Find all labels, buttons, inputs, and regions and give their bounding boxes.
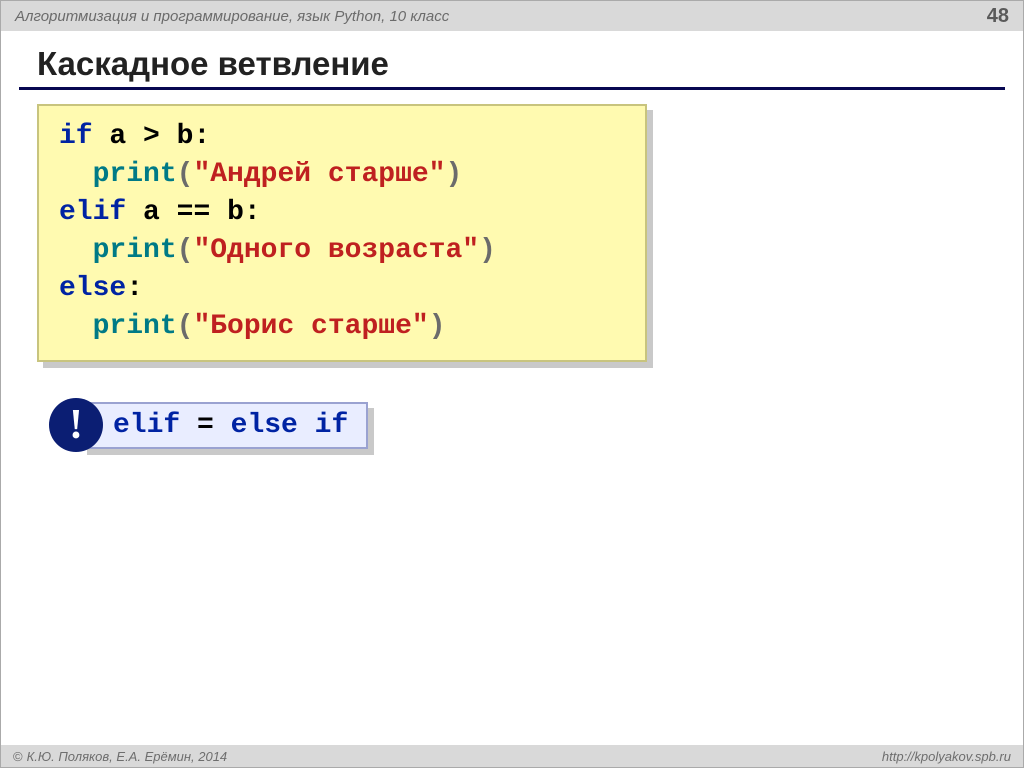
code-line-3: elif a == b:: [59, 194, 629, 232]
footer-authors: К.Ю. Поляков, Е.А. Ерёмин, 2014: [13, 749, 227, 764]
code-block: if a > b: print("Андрей старше") elif a …: [37, 104, 647, 362]
lparen1: (: [177, 159, 194, 190]
str1: "Андрей старше": [193, 159, 445, 190]
note-lhs: elif: [113, 410, 180, 441]
code-line-4: print("Одного возраста"): [59, 232, 629, 270]
rparen2: ): [479, 235, 496, 266]
str2: "Одного возраста": [193, 235, 479, 266]
colon3: :: [126, 273, 143, 304]
str3: "Борис старше": [193, 311, 428, 342]
lparen2: (: [177, 235, 194, 266]
cond1-a: a: [109, 121, 126, 152]
code-line-1: if a > b:: [59, 118, 629, 156]
header-subject: Алгоритмизация и программирование, язык …: [15, 8, 449, 25]
header-bar: Алгоритмизация и программирование, язык …: [1, 1, 1023, 31]
slide-title: Каскадное ветвление: [37, 45, 1023, 83]
page-number: 48: [987, 5, 1009, 28]
code-line-5: else:: [59, 270, 629, 308]
title-underline: [19, 87, 1005, 90]
cond1-op: >: [143, 121, 160, 152]
colon2: :: [244, 197, 261, 228]
note-rhs: else if: [231, 410, 349, 441]
kw-elif: elif: [59, 197, 126, 228]
fn-print-2: print: [93, 235, 177, 266]
bang-icon: !: [49, 398, 103, 452]
code-line-2: print("Андрей старше"): [59, 156, 629, 194]
note-eq: =: [180, 410, 230, 441]
cond1-b: b: [177, 121, 194, 152]
rparen1: ): [445, 159, 462, 190]
footer-url: http://kpolyakov.spb.ru: [882, 749, 1011, 764]
note-box: elif = else if: [81, 402, 368, 449]
cond2-op: ==: [177, 197, 211, 228]
colon1: :: [193, 121, 210, 152]
kw-if: if: [59, 121, 93, 152]
fn-print-1: print: [93, 159, 177, 190]
cond2-b: b: [227, 197, 244, 228]
note: ! elif = else if: [49, 398, 1023, 452]
cond2-a: a: [143, 197, 160, 228]
code-line-6: print("Борис старше"): [59, 308, 629, 346]
rparen3: ): [429, 311, 446, 342]
footer-bar: К.Ю. Поляков, Е.А. Ерёмин, 2014 http://k…: [1, 745, 1023, 767]
fn-print-3: print: [93, 311, 177, 342]
kw-else: else: [59, 273, 126, 304]
lparen3: (: [177, 311, 194, 342]
